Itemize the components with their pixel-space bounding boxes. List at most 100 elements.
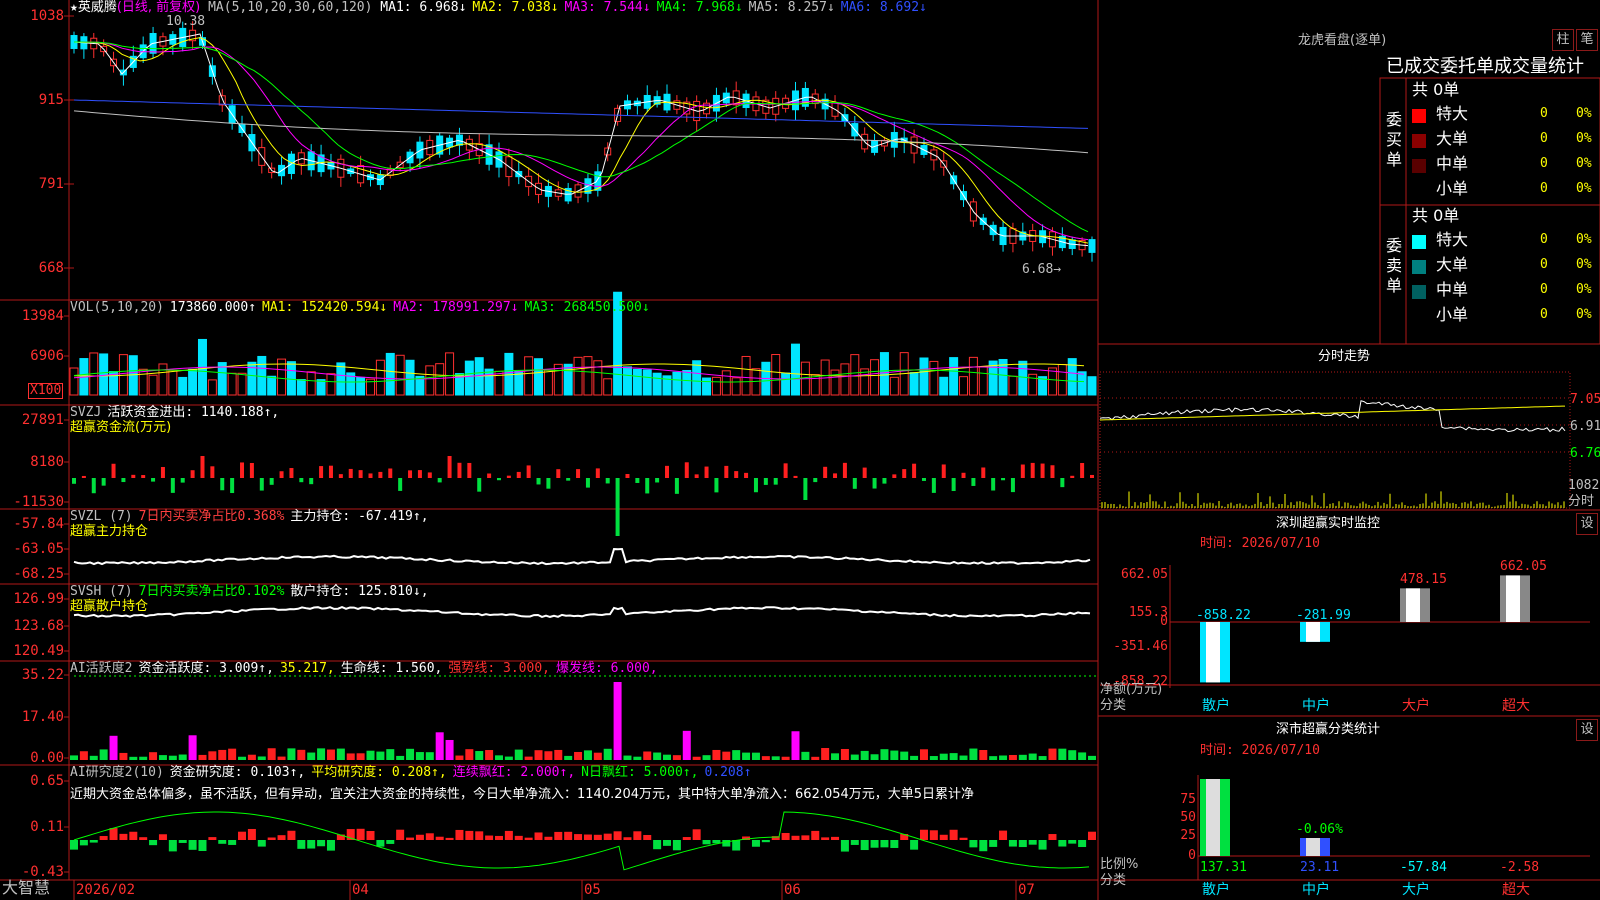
flow-bar: [230, 478, 235, 494]
volume-bar: [286, 361, 296, 396]
volume-bar: [741, 355, 751, 396]
volume-bar: [919, 357, 929, 396]
flow-bar: [1050, 465, 1055, 478]
volume-bar: [870, 359, 880, 396]
active-bar: [989, 756, 998, 760]
candle: [455, 134, 463, 146]
research-bar: [406, 837, 415, 840]
flow-bar: [151, 478, 156, 482]
sz-class-settings-button[interactable]: 设: [1576, 719, 1598, 741]
research-bar: [445, 837, 454, 840]
volume-bar: [158, 363, 168, 396]
research-bar: [999, 830, 1008, 840]
flow-bar: [734, 471, 739, 478]
flow-bar: [585, 478, 590, 488]
research-bar: [485, 835, 494, 840]
flow-bar: [279, 471, 284, 478]
order-count: 0: [1540, 232, 1548, 247]
ma-values: MA1: 6.968↓ MA2: 7.038↓ MA3: 7.544↓ MA4: 7.…: [380, 0, 933, 15]
flow-bar: [981, 467, 986, 478]
research-bar: [1008, 840, 1017, 847]
flow-bar: [931, 478, 936, 493]
active-bar: [277, 756, 286, 760]
volume-bar: [227, 372, 237, 396]
flow-bar: [289, 468, 294, 478]
research-bar: [178, 840, 187, 843]
flow-bar: [506, 475, 511, 478]
volume-bar: [464, 360, 474, 396]
candle: [1088, 239, 1096, 253]
volume-bar: [949, 357, 959, 396]
volume-bar: [810, 374, 820, 396]
volume-bar: [138, 368, 148, 396]
svzj-subtitle: 超赢资金流(万元): [70, 420, 172, 435]
flow-bar: [674, 478, 679, 494]
active-bar: [1058, 748, 1067, 760]
flow-bar: [437, 478, 442, 483]
research-bar: [880, 840, 889, 848]
flow-bar: [269, 478, 274, 485]
legend-item: AI活跃度2: [70, 661, 133, 676]
legend-item: MA3: 268450.500↓: [524, 300, 650, 315]
order-size-label: 中单: [1436, 154, 1469, 173]
active-bar: [742, 752, 751, 760]
active-bar: [307, 752, 316, 760]
research-bar: [139, 837, 148, 840]
active-bar: [1028, 753, 1037, 760]
flow-bar: [131, 474, 136, 478]
order-pct: 0%: [1576, 307, 1592, 322]
volume-bar: [573, 356, 583, 396]
active-bar: [623, 755, 632, 760]
class-y-tick: 25: [1180, 828, 1196, 843]
bar-mode-button[interactable]: 柱: [1552, 29, 1574, 51]
research-bar: [297, 840, 306, 849]
volume-bar: [721, 370, 731, 396]
volume-bar: [978, 366, 988, 396]
pen-mode-button[interactable]: 笔: [1576, 29, 1598, 51]
volume-bar: [840, 363, 850, 396]
flow-bar: [457, 462, 462, 478]
research-bar: [534, 832, 543, 840]
flow-bar: [190, 470, 195, 478]
y-tick-label: 668: [38, 260, 64, 276]
period-mode[interactable]: (日线, 前复权): [117, 0, 200, 15]
research-bar: [238, 831, 247, 840]
active-bar: [149, 752, 158, 760]
flow-bar: [368, 473, 373, 478]
y-tick-label: 1038: [30, 8, 64, 24]
research-bar: [465, 830, 474, 840]
order-size-label: 特大: [1436, 230, 1469, 249]
research-bar: [544, 836, 553, 840]
volume-bar: [583, 356, 593, 396]
sz-monitor-settings-button[interactable]: 设: [1576, 513, 1598, 535]
active-bar: [208, 751, 217, 760]
y-tick-label: 120.49: [13, 643, 64, 659]
volume-bar: [672, 371, 682, 396]
flow-bar: [408, 470, 413, 478]
flow-bar: [526, 465, 531, 478]
flow-bar: [645, 478, 650, 494]
order-count: 0: [1540, 257, 1548, 272]
active-bar: [1068, 750, 1077, 760]
flow-bar: [240, 462, 245, 478]
order-pct: 0%: [1576, 181, 1592, 196]
research-bar: [692, 829, 701, 840]
class-y-tick: 0: [1188, 848, 1196, 863]
active-bar: [1088, 755, 1096, 760]
flow-bar: [111, 463, 116, 478]
flow-bar: [378, 471, 383, 478]
volume-bar: [168, 369, 178, 396]
stock-name[interactable]: 英威腾: [78, 0, 117, 15]
active-bar: [267, 748, 276, 760]
active-bar: [317, 748, 326, 760]
flow-bar: [763, 478, 768, 485]
app-logo: 大智慧: [2, 878, 51, 897]
flow-bar: [625, 474, 630, 478]
active-bar: [287, 748, 296, 760]
active-bar: [969, 748, 978, 760]
legend-item: N日飘红: 5.000↑,: [581, 765, 699, 780]
flow-bar: [793, 475, 798, 478]
research-bar: [158, 834, 167, 840]
research-bar: [208, 837, 217, 840]
y-tick-label: 0.65: [30, 773, 64, 789]
